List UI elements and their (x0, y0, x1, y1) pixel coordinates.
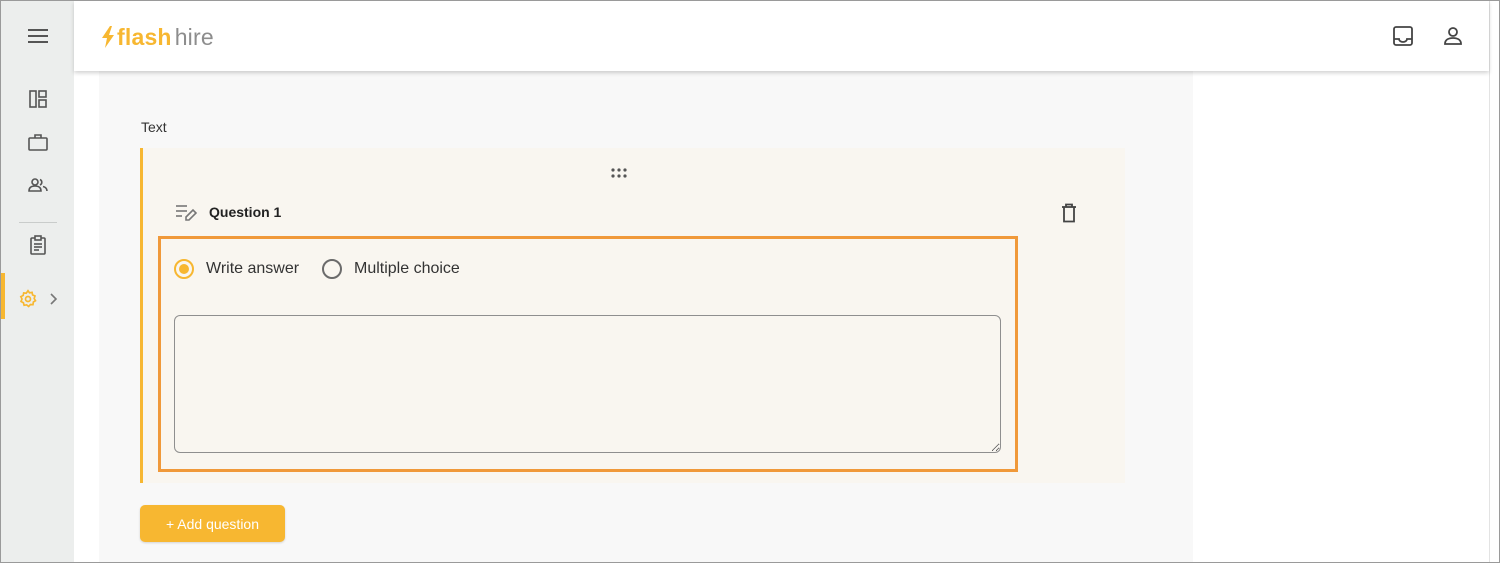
brand-flash: flash (117, 23, 172, 50)
sidebar-divider (19, 222, 57, 223)
lightning-icon (102, 26, 114, 48)
account-icon (1444, 27, 1462, 45)
answer-textarea[interactable] (174, 315, 1001, 453)
clipboard-icon (29, 235, 46, 255)
account-button[interactable] (1438, 21, 1468, 51)
radio-label-write-answer: Write answer (206, 260, 300, 277)
brand-hire: hire (174, 23, 214, 50)
inbox-button[interactable] (1388, 21, 1418, 51)
menu-button[interactable] (1, 18, 74, 54)
people-icon (27, 178, 48, 192)
sidebar-item-assessments[interactable] (1, 227, 74, 263)
app-window: flash hire Text Question 1 Write answer … (0, 0, 1500, 563)
radio-button-unchecked[interactable] (322, 259, 342, 279)
radio-write-answer[interactable]: Write answer (174, 258, 299, 280)
radio-label-multiple-choice: Multiple choice (354, 260, 460, 277)
settings-icon (19, 289, 37, 308)
briefcase-icon (27, 134, 48, 151)
dashboard-icon (28, 90, 47, 108)
drag-dots-icon (611, 168, 627, 178)
section-label: Text (141, 119, 167, 135)
radio-multiple-choice[interactable]: Multiple choice (322, 258, 460, 280)
drag-handle[interactable] (610, 166, 628, 180)
sidebar-item-candidates[interactable] (1, 167, 74, 203)
sidebar-item-dashboard[interactable] (1, 81, 74, 117)
add-question-button[interactable]: + Add question (140, 505, 285, 542)
sidebar-item-jobs[interactable] (1, 124, 74, 160)
menu-icon (27, 29, 48, 43)
top-bar: flash hire (74, 1, 1489, 71)
edit-question-icon (175, 203, 198, 226)
chevron-right-icon (49, 293, 57, 305)
sidebar-item-settings[interactable] (1, 281, 74, 317)
radio-button-checked[interactable] (174, 259, 194, 279)
sidebar (1, 1, 74, 562)
trash-icon (1062, 203, 1076, 223)
delete-question-button[interactable] (1057, 200, 1081, 226)
flashhire-logo[interactable]: flash hire (101, 22, 214, 52)
scrollbar[interactable] (1489, 1, 1499, 562)
inbox-icon (1393, 26, 1413, 46)
question-title: Question 1 (209, 204, 282, 220)
